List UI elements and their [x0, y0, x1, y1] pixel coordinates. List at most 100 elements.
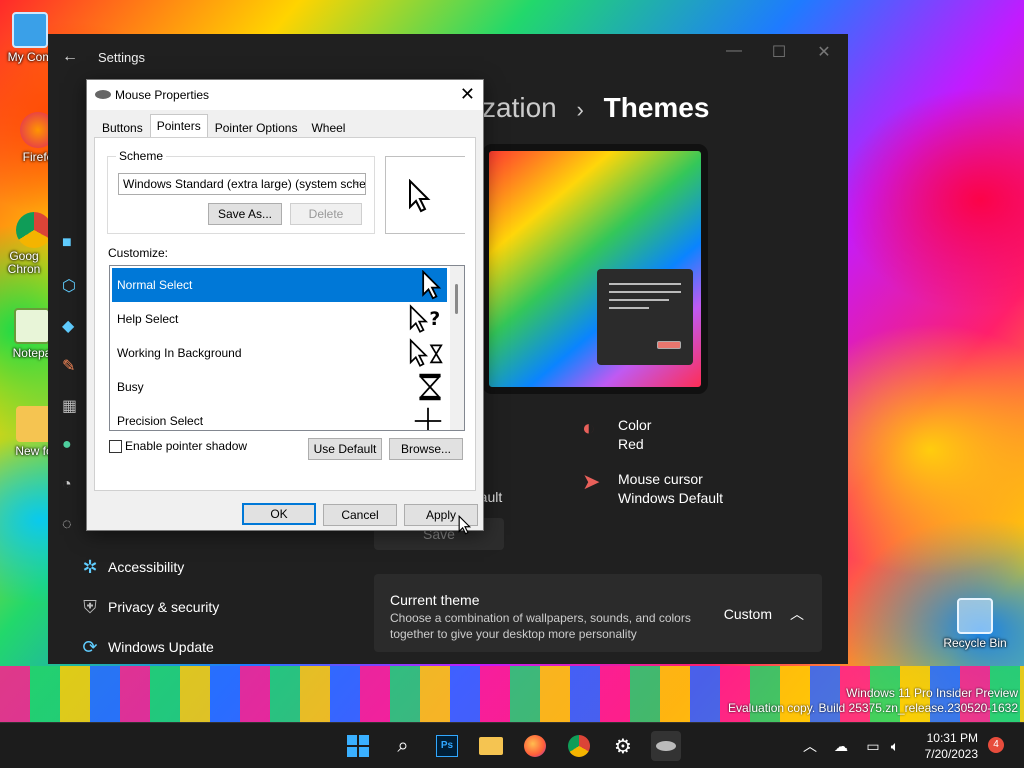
tab-wheel[interactable]: Wheel	[304, 116, 352, 138]
current-theme-value: Custom	[723, 606, 772, 622]
preview-line	[609, 307, 649, 309]
chevron-up-icon[interactable]: ︿	[790, 604, 804, 624]
file-explorer-icon[interactable]	[476, 731, 506, 761]
customize-label: Customize:	[108, 246, 169, 260]
preview-line	[609, 283, 681, 285]
nav-icon: ⬡	[62, 278, 76, 295]
desktop-icon-label: Goog Chron	[7, 249, 41, 276]
pointer-list: Normal Select Help Select ? Working In B…	[109, 265, 465, 431]
theme-preview	[482, 144, 708, 394]
firefox-taskbar-icon[interactable]	[520, 731, 550, 761]
tab-buttons[interactable]: Buttons	[95, 116, 150, 138]
close-icon[interactable]: ✕	[804, 42, 844, 62]
list-item[interactable]: Busy	[112, 370, 447, 404]
breadcrumb-separator: ›	[576, 97, 584, 122]
preview-button	[657, 341, 681, 349]
help-cursor-icon: ?	[409, 304, 440, 333]
clock-date: 7/20/2023	[924, 747, 978, 761]
nav-icon: ◆	[62, 318, 75, 335]
current-theme-card[interactable]: Current theme Choose a combination of wa…	[374, 574, 822, 652]
taskbar-clock[interactable]: 10:31 PM 7/20/2023	[925, 730, 978, 762]
scheme-select[interactable]: Windows Standard (extra large) (system s…	[118, 173, 366, 195]
color-label: Color	[618, 417, 652, 433]
nav-icon: ■	[62, 234, 72, 251]
crosshair-icon	[414, 407, 442, 430]
mouse-pointer-icon	[458, 514, 472, 535]
use-default-button[interactable]: Use Default	[308, 438, 382, 460]
mouse-properties-taskbar-icon[interactable]	[651, 731, 681, 761]
nav-windows-update[interactable]: ⟳ Windows Update	[72, 629, 352, 665]
search-icon[interactable]: ⌕	[388, 731, 418, 761]
pointer-preview	[385, 156, 465, 234]
color-setting[interactable]: ◐ Color Red	[582, 416, 652, 454]
back-arrow-icon[interactable]: ←	[62, 48, 78, 66]
cursor-icon: ➤	[582, 469, 601, 494]
pointer-label: Working In Background	[117, 346, 242, 360]
scheme-label: Scheme	[116, 149, 167, 163]
mouse-icon	[95, 90, 111, 99]
cursor-value: Windows Default	[618, 490, 724, 506]
mouse-shape	[656, 741, 676, 751]
hourglass-icon	[419, 373, 441, 401]
page-title: Themes	[603, 92, 710, 123]
pointers-panel: Scheme Windows Standard (extra large) (s…	[94, 137, 476, 491]
pointer-label: Precision Select	[117, 414, 204, 428]
working-cursor-icon	[409, 338, 443, 367]
list-item[interactable]: Precision Select	[112, 404, 447, 430]
save-as-button[interactable]: Save As...	[208, 203, 282, 225]
maximize-icon[interactable]: ☐	[759, 42, 799, 62]
network-icon[interactable]: ☁	[826, 731, 856, 761]
minimize-icon[interactable]: —	[714, 42, 754, 60]
mouse-cursor-setting[interactable]: ➤ Mouse cursor Windows Default	[582, 470, 724, 508]
volume-icon[interactable]: 🔈︎	[880, 731, 910, 761]
scrollbar-thumb[interactable]	[455, 284, 458, 314]
desktop-icon-recycle-bin[interactable]: Recycle Bin	[940, 598, 1010, 650]
list-item[interactable]: Normal Select	[112, 268, 447, 302]
nav-icon: ●	[62, 436, 72, 453]
arrow-cursor-icon	[422, 270, 442, 300]
nav-icon: ◌	[62, 516, 72, 533]
current-theme-title: Current theme	[390, 592, 480, 608]
refresh-icon: ⟳	[82, 636, 98, 657]
watermark-line: Evaluation copy. Build 25375.zn_release.…	[728, 701, 1018, 715]
pointer-label: Help Select	[117, 312, 179, 326]
chrome-taskbar-icon[interactable]	[564, 731, 594, 761]
tab-pointers[interactable]: Pointers	[149, 114, 208, 138]
browse-button[interactable]: Browse...	[389, 438, 463, 460]
ok-button[interactable]: OK	[242, 503, 316, 525]
tab-pointer-options[interactable]: Pointer Options	[208, 116, 305, 138]
photoshop-tile: Ps	[436, 735, 458, 757]
photoshop-icon[interactable]: Ps	[432, 731, 462, 761]
list-item[interactable]: Working In Background	[112, 336, 447, 370]
chevron-down-icon: ⌵	[352, 177, 360, 188]
chevron-up-icon[interactable]: ︿	[795, 731, 825, 761]
start-windows-icon[interactable]	[343, 731, 373, 761]
color-value: Red	[618, 436, 644, 452]
dialog-titlebar: Mouse Properties ✕	[87, 80, 483, 110]
nav-accessibility[interactable]: ✲ Accessibility	[72, 549, 352, 585]
nav-label: Privacy & security	[108, 599, 220, 615]
watermark-line: Windows 11 Pro Insider Preview	[846, 686, 1018, 700]
scheme-group: Scheme Windows Standard (extra large) (s…	[107, 149, 375, 234]
notepad-icon	[14, 308, 50, 344]
svg-text:?: ?	[429, 309, 440, 330]
cancel-button[interactable]: Cancel	[323, 504, 397, 526]
mouse-properties-dialog: Mouse Properties ✕ Buttons Pointers Poin…	[86, 79, 484, 531]
cursor-label: Mouse cursor	[618, 471, 703, 487]
nav-privacy-security[interactable]: ⛨ Privacy & security	[72, 589, 352, 625]
pointer-shadow-checkbox[interactable]	[109, 440, 122, 453]
arrow-cursor-icon	[409, 179, 431, 213]
folder-icon	[16, 406, 52, 442]
build-watermark: Windows 11 Pro Insider Preview Evaluatio…	[728, 686, 1018, 716]
list-item[interactable]: Help Select ?	[112, 302, 447, 336]
taskbar: ⌕ Ps ⚙ ︿ ☁ ▭ 🔈︎ 10:31 PM 7/20/2023 4	[0, 722, 1024, 768]
breadcrumb-parent[interactable]: zation	[482, 92, 557, 123]
nav-icon: ▦	[62, 398, 78, 415]
dialog-tabs: Buttons Pointers Pointer Options Wheel	[95, 114, 352, 138]
close-icon[interactable]: ✕	[460, 84, 475, 105]
list-scrollbar[interactable]	[450, 266, 464, 430]
notification-badge[interactable]: 4	[988, 737, 1004, 753]
delete-button[interactable]: Delete	[290, 203, 362, 225]
clock-time: 10:31 PM	[926, 731, 978, 745]
settings-taskbar-icon[interactable]: ⚙	[608, 731, 638, 761]
